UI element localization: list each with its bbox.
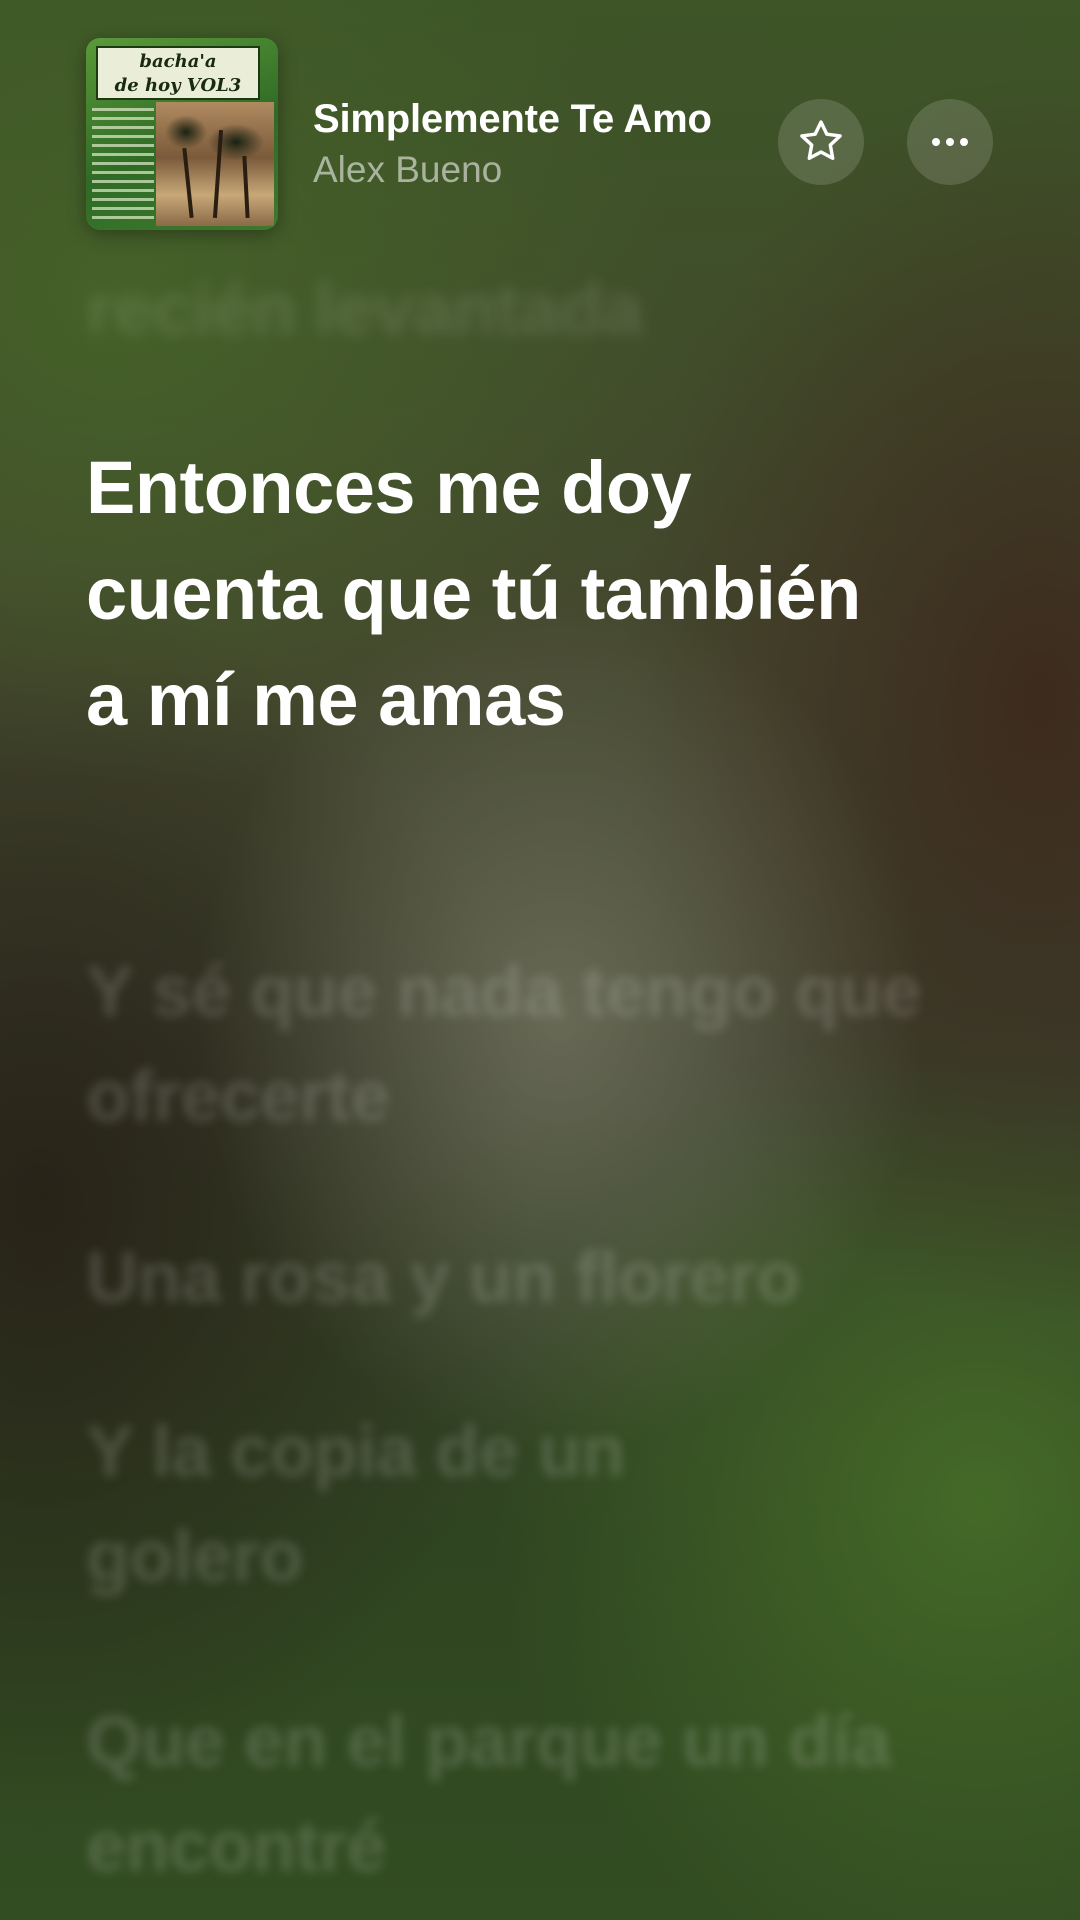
lyric-line-current[interactable]: Entonces me doy cuenta que tú también a … — [86, 435, 866, 753]
artist-name[interactable]: Alex Bueno — [313, 148, 502, 192]
album-cover-title: bacha'a de hoy VOL3 — [96, 46, 260, 100]
more-options-button[interactable] — [907, 99, 993, 185]
star-icon — [800, 120, 842, 160]
ellipsis-icon — [929, 133, 971, 151]
album-cover-photo — [156, 102, 274, 226]
song-title[interactable]: Simplemente Te Amo — [313, 96, 712, 142]
lyric-line-previous[interactable]: recién levantada — [86, 258, 986, 363]
lyric-line-upcoming[interactable]: Y la copia de un golero — [86, 1400, 646, 1610]
lyric-line-upcoming[interactable]: Una rosa y un florero — [86, 1226, 986, 1331]
now-playing-header: bacha'a de hoy VOL3 Simplemente Te Amo A… — [0, 0, 1080, 240]
album-cover[interactable]: bacha'a de hoy VOL3 — [86, 38, 278, 230]
favorite-button[interactable] — [778, 99, 864, 185]
lyric-line-upcoming[interactable]: Que en el parque un día encontré — [86, 1690, 926, 1900]
album-cover-tracklist — [92, 108, 154, 220]
lyric-line-upcoming[interactable]: Y sé que nada tengo que ofrecerte — [86, 940, 966, 1150]
